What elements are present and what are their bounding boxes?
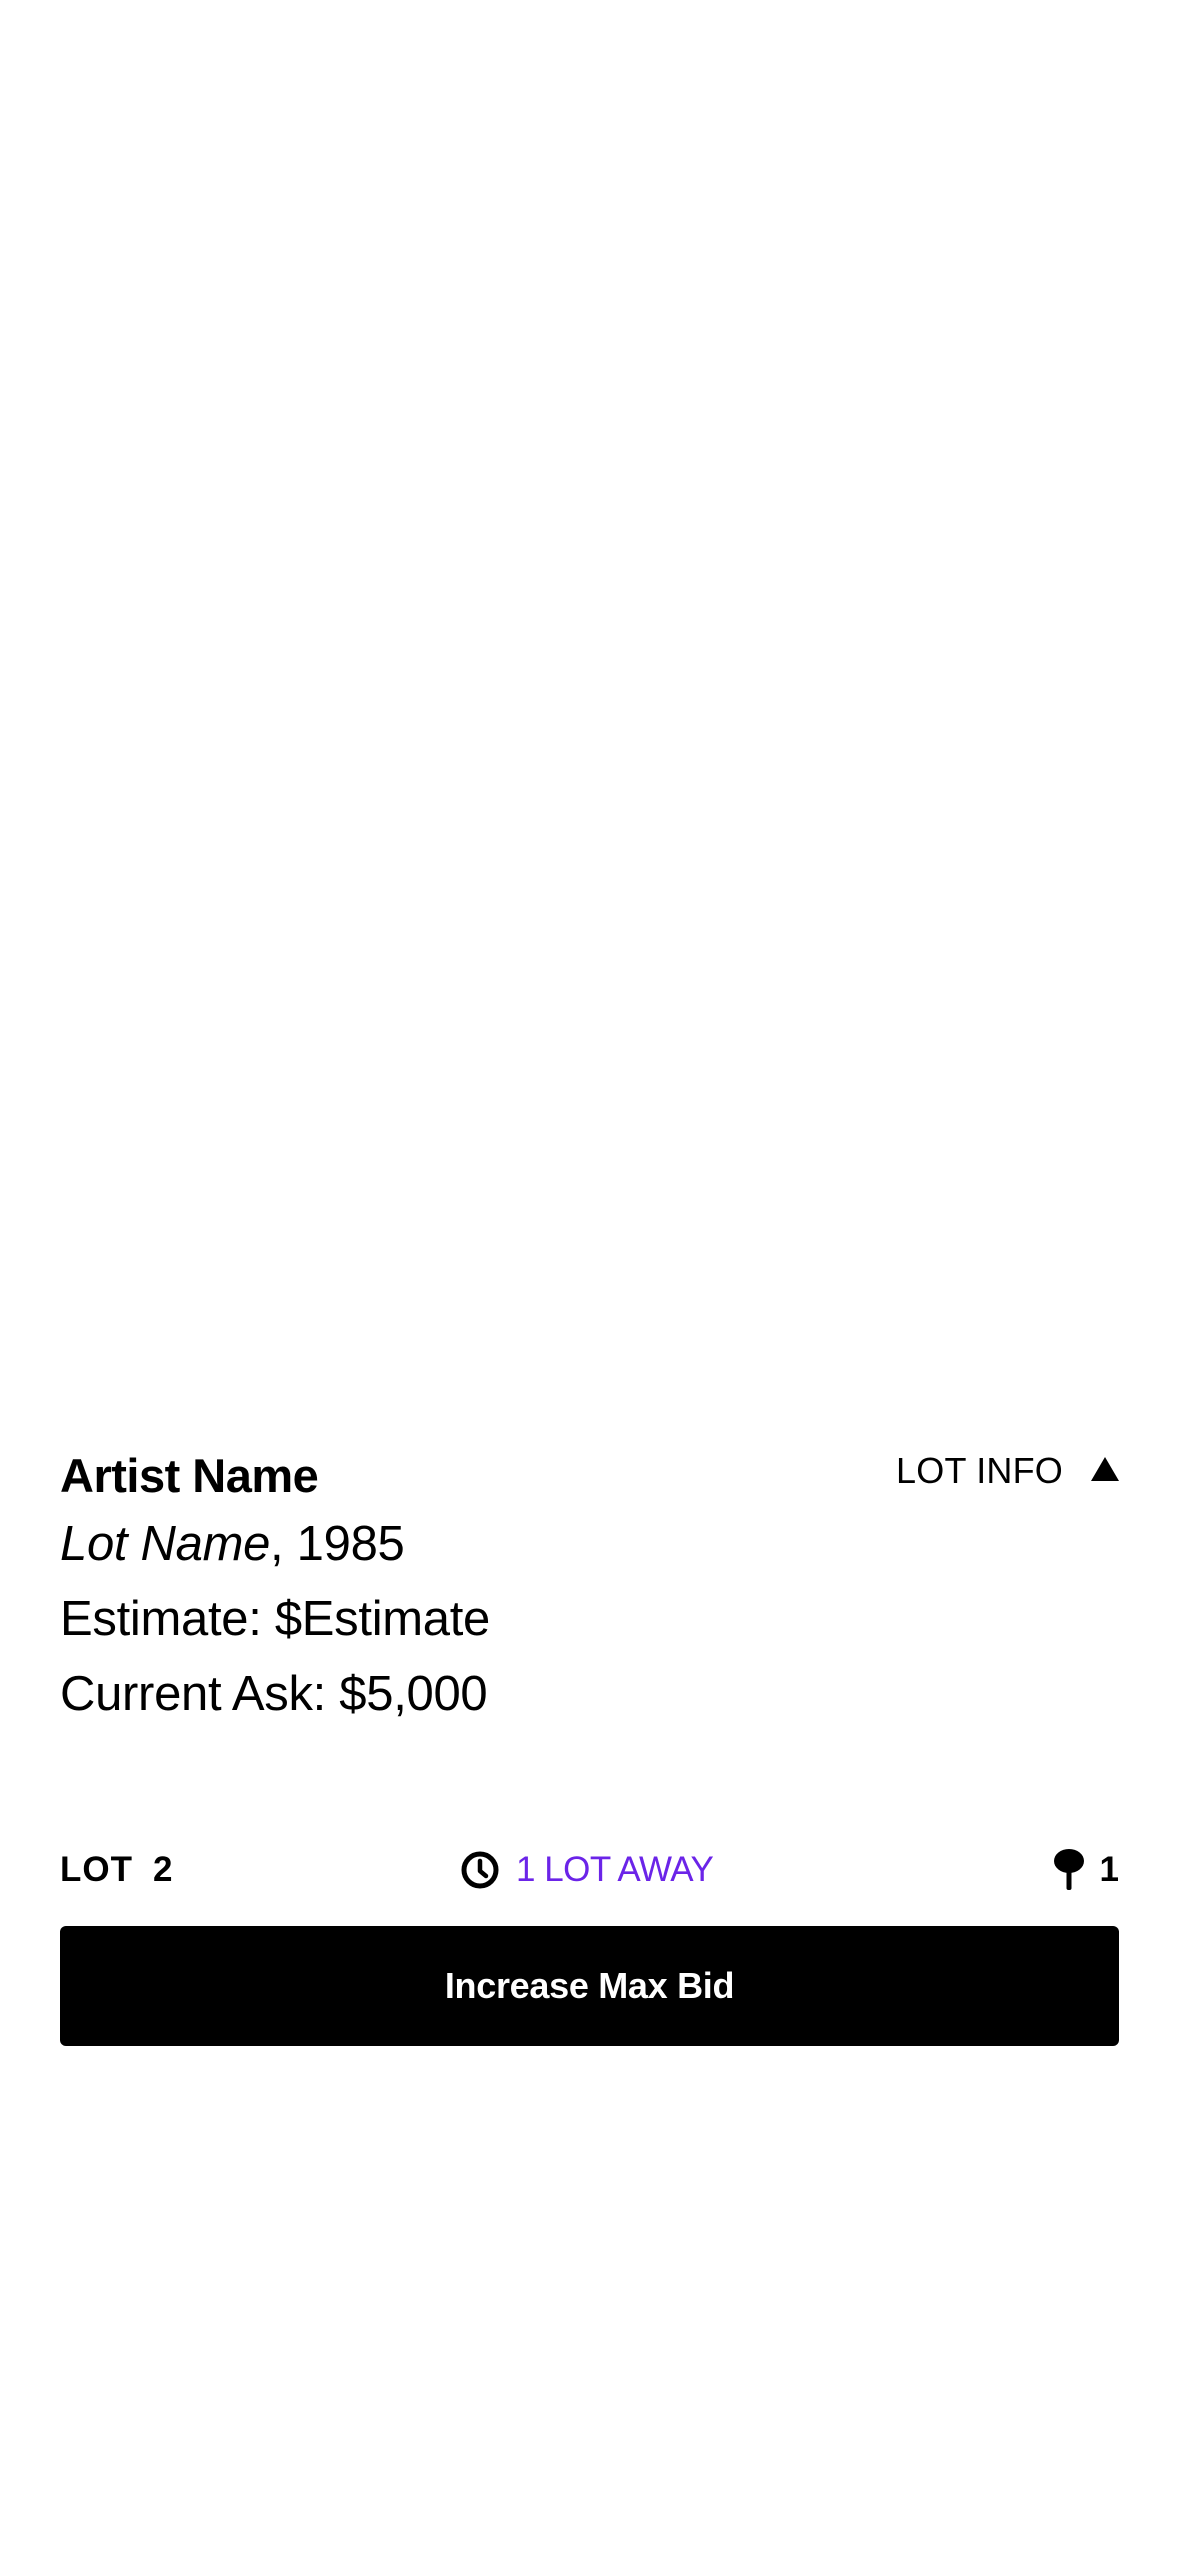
lot-status-row: LOT 2 1 LOT AWAY 1 [60,1840,1119,1900]
lot-details: Artist Name Lot Name, 1985 Estimate: $Es… [60,1445,1119,1732]
lot-info-label: LOT INFO [896,1450,1063,1491]
triangle-up-icon [1091,1457,1119,1481]
lot-info-toggle[interactable]: LOT INFO [896,1445,1119,1497]
lot-number-value: 2 [152,1850,174,1889]
lot-title: Lot Name [60,1517,271,1571]
increase-max-bid-button[interactable]: Increase Max Bid [60,1926,1119,2046]
lot-label: LOT [60,1850,133,1889]
paddle-count-value: 1 [1099,1850,1119,1889]
current-ask: Current Ask: $5,000 [60,1667,488,1721]
lot-year: , 1985 [270,1517,405,1571]
clock-icon [461,1851,499,1889]
paddle-count: 1 [1052,1840,1119,1900]
countdown-text: 1 LOT AWAY [516,1850,714,1889]
lot-countdown: 1 LOT AWAY [460,1840,714,1900]
lot-title-line: Lot Name, 1985 [60,1507,1119,1582]
lot-number: LOT 2 [60,1840,173,1900]
paddle-icon [1053,1849,1084,1890]
artwork-image-area [0,0,1179,1400]
lot-estimate: Estimate: $Estimate [60,1592,491,1646]
